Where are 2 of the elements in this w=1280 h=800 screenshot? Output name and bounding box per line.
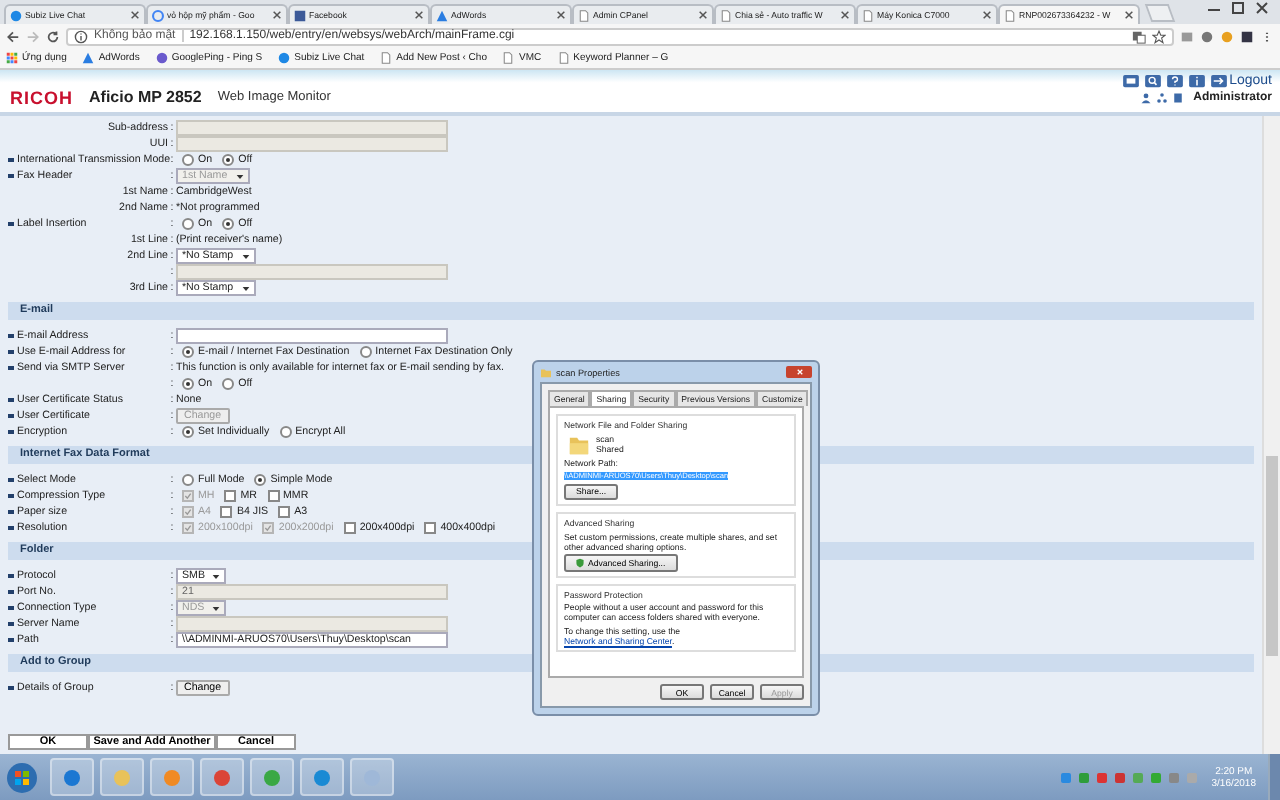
brand-logo: RICOH [10, 87, 73, 107]
model-name: Aficio MP 2852 [89, 88, 202, 106]
